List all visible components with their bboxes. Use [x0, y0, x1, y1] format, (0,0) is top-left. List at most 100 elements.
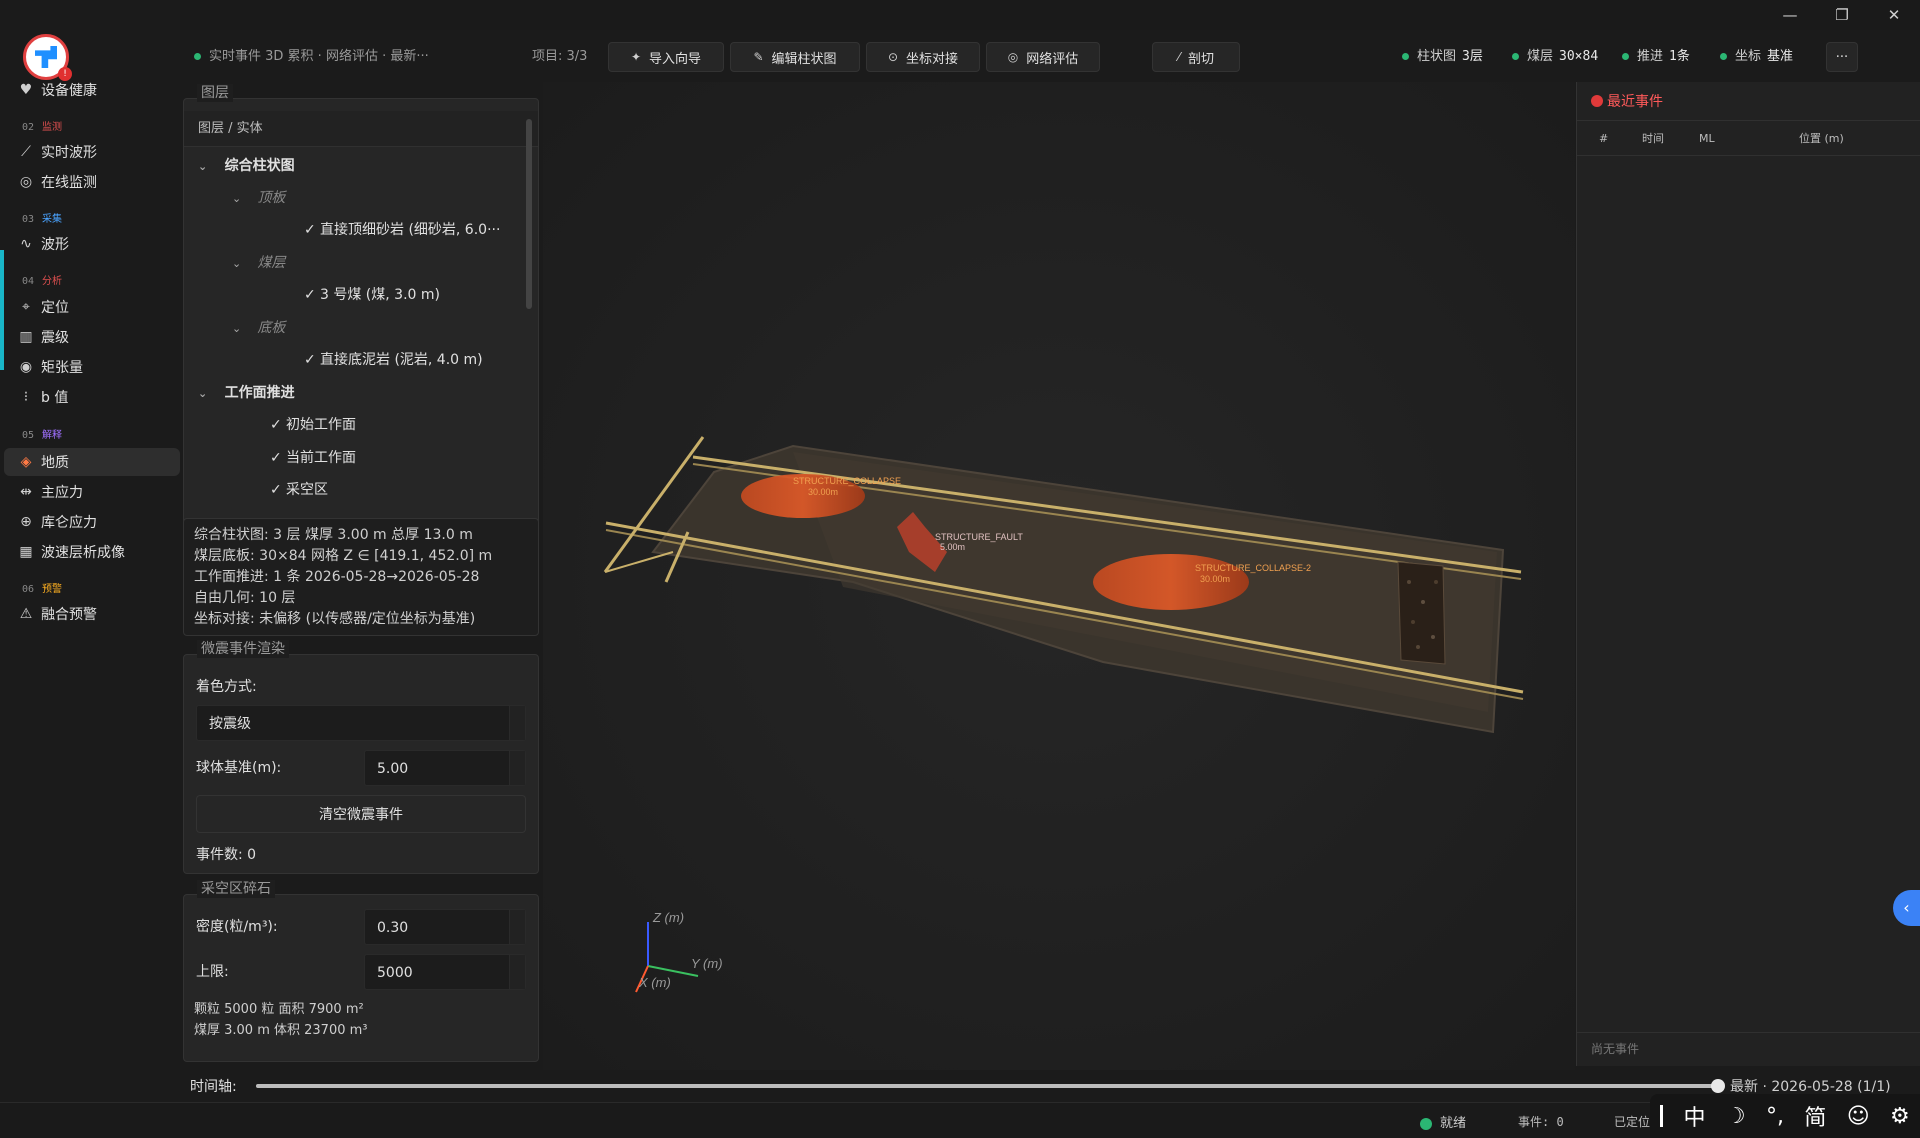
warning-icon: ⚠: [19, 606, 33, 622]
minimize-button[interactable]: —: [1776, 4, 1804, 26]
render-title: 微震事件渲染: [197, 640, 289, 658]
tree-sub-floor[interactable]: ⌄ 底板: [232, 313, 285, 343]
ime-mode-chinese[interactable]: 中: [1684, 1100, 1706, 1132]
scene-svg[interactable]: STRUCTURE_COLLAPSE 30.00m STRUCTURE_FAUL…: [543, 82, 1575, 1070]
ime-emoji-icon[interactable]: ☺: [1847, 1104, 1870, 1129]
density-input[interactable]: 0.30: [364, 909, 526, 945]
sidebar-item-device-health[interactable]: ♥ 设备健康: [0, 76, 180, 104]
stat-label: 坐标: [1735, 49, 1762, 64]
bar-chart-icon: ▥: [19, 329, 33, 345]
import-wizard-button[interactable]: ✦ 导入向导: [608, 42, 724, 72]
tree-leaf-roof-sandstone[interactable]: ✓ 直接顶细砂岩 (细砂岩, 6.0···: [304, 215, 500, 245]
stat-value: 30×84: [1559, 49, 1599, 64]
restore-button[interactable]: ❐: [1828, 4, 1856, 26]
stat-coord: 坐标 基准: [1720, 40, 1793, 74]
color-mode-value: 按震级: [209, 716, 251, 732]
clear-events-button[interactable]: 清空微震事件: [196, 795, 526, 833]
more-menu-button[interactable]: ···: [1826, 42, 1858, 72]
layers-scrollbar[interactable]: [526, 119, 532, 309]
stat-label: 煤层: [1527, 49, 1554, 64]
app-logo[interactable]: !: [23, 34, 72, 81]
sphere-value: 5.00: [377, 761, 409, 777]
tree-leaf-floor-mudstone[interactable]: ✓ 直接底泥岩 (泥岩, 4.0 m): [304, 345, 483, 375]
crosshair-icon: ⊕: [20, 514, 32, 530]
ime-punct-icon[interactable]: °,: [1766, 1104, 1784, 1129]
sidebar-item-tomography[interactable]: ▦ 波速层析成像: [0, 538, 180, 566]
check-icon: ✓: [270, 482, 282, 498]
info-line: 坐标对接: 未偏移 (以传感器/定位坐标为基准): [194, 611, 476, 627]
ime-toolbar: 中 ☽ °, 简 ☺ ⚙: [1650, 1094, 1920, 1138]
status-dot: [1512, 53, 1519, 60]
status-dot: [1402, 53, 1409, 60]
radar-icon: ◎: [1007, 50, 1019, 64]
section-title: 采集: [42, 214, 63, 225]
gob-rubble-block[interactable]: [1397, 561, 1446, 665]
status-events: 事件: 0: [1518, 1115, 1564, 1129]
sidebar-item-online-monitor[interactable]: ◎ 在线监测: [0, 168, 180, 196]
tree-group-advance[interactable]: ⌄ 工作面推进: [198, 378, 295, 408]
title-bar: ▯ — ❐ ✕: [0, 0, 1920, 30]
tree-leaf-current-face[interactable]: ✓ 当前工作面: [270, 443, 356, 473]
timeline-track[interactable]: [256, 1079, 1725, 1093]
tree-leaf-gob[interactable]: ✓ 采空区: [270, 475, 328, 505]
crosshair-icon: ⊙: [887, 50, 899, 64]
status-dot: [1622, 53, 1629, 60]
render-group: 着色方式: 按震级 球体基准(m): 5.00 清空微震事件 事件数: 0: [183, 654, 539, 874]
ime-grip-icon[interactable]: [1660, 1105, 1664, 1127]
scene-label-collapse-2-size: 30.00m: [1200, 574, 1230, 584]
gob-group: 密度(粒/m³): 0.30 上限: 5000 颗粒 5000 粒 面积 790…: [183, 894, 539, 1062]
ime-moon-icon[interactable]: ☽: [1726, 1104, 1746, 1129]
timeline-fill: [256, 1084, 1718, 1088]
sidebar-item-fusion-warning[interactable]: ⚠ 融合预警: [0, 600, 180, 628]
live-status-dot: [194, 53, 201, 60]
section-05: 05 解释: [22, 426, 62, 441]
sidebar-item-label: 主应力: [41, 485, 83, 501]
section-cut-button[interactable]: ⁄ 剖切: [1152, 42, 1240, 72]
tree-leaf-initial-face[interactable]: ✓ 初始工作面: [270, 410, 356, 440]
edit-file-icon: ✎: [753, 50, 764, 64]
color-mode-select[interactable]: 按震级: [196, 705, 526, 741]
check-icon: ✓: [270, 417, 282, 433]
info-line: 自由几何: 10 层: [194, 590, 296, 606]
sidebar-item-b-value[interactable]: ⁝ b 值: [0, 383, 180, 411]
timeline-handle[interactable]: [1711, 1079, 1725, 1093]
sidebar-item-label: 融合预警: [41, 607, 97, 623]
stepper-icon[interactable]: [509, 751, 525, 785]
status-bar: 就绪 事件: 0 已定位: [0, 1102, 1920, 1138]
network-eval-button[interactable]: ◎ 网络评估: [986, 42, 1100, 72]
sidebar-item-waveform[interactable]: ∿ 波形: [0, 230, 180, 258]
chevron-down-icon: ⌄: [232, 192, 242, 205]
tree-sub-roof[interactable]: ⌄ 顶板: [232, 183, 285, 213]
layers-title: 图层: [197, 84, 233, 102]
coord-align-button[interactable]: ⊙ 坐标对接: [866, 42, 980, 72]
chevron-down-icon: ⌄: [232, 322, 242, 335]
sidebar-item-geology[interactable]: ◈ 地质: [4, 448, 180, 476]
sidebar-item-realtime-wave[interactable]: ⟋ 实时波形: [0, 138, 180, 166]
tree-sub-coal[interactable]: ⌄ 煤层: [232, 248, 285, 278]
stepper-icon[interactable]: [509, 910, 525, 944]
sidebar-item-principal-stress[interactable]: ⇹ 主应力: [0, 478, 180, 506]
edit-column-button[interactable]: ✎ 编辑柱状图: [730, 42, 860, 72]
stepper-icon[interactable]: [509, 955, 525, 989]
close-button[interactable]: ✕: [1880, 4, 1908, 26]
stat-label: 柱状图: [1417, 49, 1457, 64]
col-position: 位置 (m): [1799, 132, 1844, 145]
sidebar-item-location[interactable]: ⌖ 定位: [0, 293, 180, 321]
limit-input[interactable]: 5000: [364, 954, 526, 990]
ime-simplified[interactable]: 简: [1804, 1100, 1826, 1132]
stat-column: 柱状图 3层: [1402, 40, 1483, 74]
sphere-input[interactable]: 5.00: [364, 750, 526, 786]
section-num: 05: [22, 430, 35, 441]
more-icon: ···: [1835, 49, 1849, 65]
ime-settings-icon[interactable]: ⚙: [1890, 1104, 1910, 1129]
event-count: 事件数: 0: [196, 847, 257, 863]
3d-viewport[interactable]: STRUCTURE_COLLAPSE 30.00m STRUCTURE_FAUL…: [543, 82, 1575, 1070]
sidebar-item-magnitude[interactable]: ▥ 震级: [0, 323, 180, 351]
stat-label: 推进: [1637, 49, 1664, 64]
stat-value: 1条: [1669, 49, 1690, 64]
col-ml: ML: [1699, 132, 1715, 145]
sidebar-item-coulomb-stress[interactable]: ⊕ 库仑应力: [0, 508, 180, 536]
tree-group-composite[interactable]: ⌄ 综合柱状图: [198, 151, 295, 181]
sidebar-item-moment-tensor[interactable]: ◉ 矩张量: [0, 353, 180, 381]
tree-leaf-coal-3[interactable]: ✓ 3 号煤 (煤, 3.0 m): [304, 280, 440, 310]
